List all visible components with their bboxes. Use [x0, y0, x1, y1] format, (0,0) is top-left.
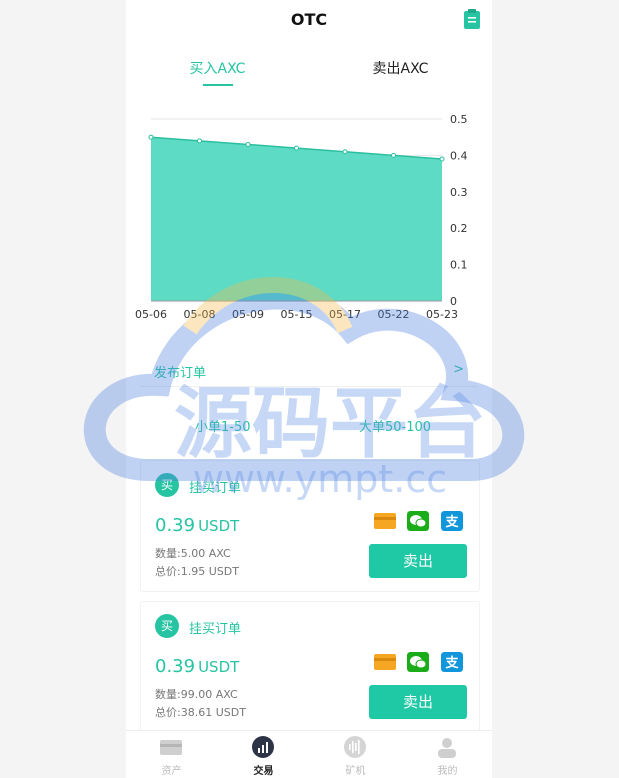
- x-tick-label: 05-06: [135, 308, 167, 321]
- y-tick-label: 0.2: [450, 222, 468, 235]
- price-value: 0.39: [155, 515, 196, 536]
- clipboard-icon[interactable]: [462, 8, 482, 30]
- area-fill: [151, 137, 442, 301]
- order-size-tabs: 小单1-50 大单50-100: [126, 408, 492, 442]
- wallet-icon: [160, 740, 182, 755]
- order-quantity: 数量:5.00 AXC: [155, 547, 231, 560]
- price-unit: USDT: [198, 658, 240, 676]
- phone-screen: OTC 买入AXC 卖出AXC 0 0.1 0.2 0.3 0.4 0.5 05-06 05-…: [126, 0, 492, 778]
- publish-order-row[interactable]: 发布订单 >: [140, 348, 478, 387]
- price-chart: 0 0.1 0.2 0.3 0.4 0.5 05-06 05-08 05-09 05-15 05-1…: [126, 108, 492, 326]
- nav-assets[interactable]: 资产: [126, 731, 217, 778]
- x-tick-label: 05-22: [378, 308, 410, 321]
- y-tick-label: 0.1: [450, 259, 468, 272]
- order-total: 总价:38.61 USDT: [155, 706, 246, 719]
- y-tick-label: 0.4: [450, 149, 468, 162]
- y-tick-label: 0: [450, 295, 457, 308]
- tab-small-orders[interactable]: 小单1-50: [195, 416, 251, 435]
- data-point: [294, 145, 299, 151]
- nav-trade[interactable]: 交易: [218, 731, 309, 778]
- order-card: 买 挂买订单 0.39 USDT 数量:5.00 AXC 总价:1.95 USDT…: [140, 460, 480, 592]
- nav-miner[interactable]: 矿机: [310, 731, 401, 778]
- sell-button[interactable]: 卖出: [369, 685, 467, 719]
- trade-chart-icon: [252, 736, 274, 758]
- bank-card-icon: [374, 513, 396, 529]
- order-title: 挂买订单: [189, 622, 242, 637]
- data-point: [245, 141, 251, 147]
- buy-badge: 买: [155, 473, 179, 497]
- wechat-pay-icon: [407, 511, 429, 531]
- bottom-nav: 资产 交易 矿机 我的: [126, 730, 492, 778]
- order-quantity: 数量:99.00 AXC: [155, 688, 238, 701]
- svg-text:支: 支: [444, 655, 459, 671]
- order-card: 买 挂买订单 0.39 USDT 数量:99.00 AXC 总价:38.61 US…: [140, 601, 480, 733]
- data-point: [439, 156, 445, 162]
- wechat-pay-icon: [407, 652, 429, 672]
- price-unit: USDT: [198, 517, 240, 535]
- order-total: 总价:1.95 USDT: [155, 565, 239, 578]
- header: OTC: [126, 0, 492, 40]
- nav-label: 矿机: [345, 766, 366, 777]
- price-chart-svg: 0 0.1 0.2 0.3 0.4 0.5 05-06 05-08 05-09 05-15 05-1…: [135, 113, 468, 321]
- tab-buy[interactable]: 买入AXC: [126, 58, 309, 78]
- alipay-icon: 支: [441, 652, 463, 672]
- trade-tabs: 买入AXC 卖出AXC: [126, 52, 492, 92]
- alipay-icon: 支: [441, 511, 463, 531]
- x-tick-label: 05-08: [184, 308, 216, 321]
- miner-icon: [344, 736, 366, 758]
- tab-large-orders[interactable]: 大单50-100: [359, 416, 431, 435]
- data-point: [148, 134, 154, 140]
- price-value: 0.39: [155, 656, 196, 677]
- svg-text:支: 支: [444, 514, 459, 530]
- order-price: 0.39 USDT: [155, 656, 239, 677]
- chevron-right-icon: >: [453, 362, 464, 377]
- nav-label: 交易: [253, 766, 274, 777]
- active-tab-indicator: [203, 84, 233, 86]
- page-title: OTC: [290, 10, 328, 29]
- order-title: 挂买订单: [189, 481, 242, 496]
- order-price: 0.39 USDT: [155, 515, 239, 536]
- x-tick-label: 05-15: [281, 308, 313, 321]
- data-point: [342, 149, 348, 155]
- bank-card-icon: [374, 654, 396, 670]
- nav-label: 资产: [161, 766, 182, 777]
- y-tick-label: 0.5: [450, 113, 468, 126]
- x-tick-label: 05-17: [329, 308, 361, 321]
- tab-sell[interactable]: 卖出AXC: [309, 58, 492, 78]
- sell-button[interactable]: 卖出: [369, 544, 467, 578]
- publish-order-label: 发布订单: [154, 366, 207, 381]
- y-tick-label: 0.3: [450, 186, 468, 199]
- buy-badge: 买: [155, 614, 179, 638]
- data-point: [197, 138, 202, 144]
- user-icon: [438, 738, 456, 758]
- x-tick-label: 05-23: [426, 308, 458, 321]
- x-tick-label: 05-09: [232, 308, 264, 321]
- data-point: [391, 152, 396, 158]
- nav-mine[interactable]: 我的: [402, 731, 492, 778]
- nav-label: 我的: [437, 766, 458, 777]
